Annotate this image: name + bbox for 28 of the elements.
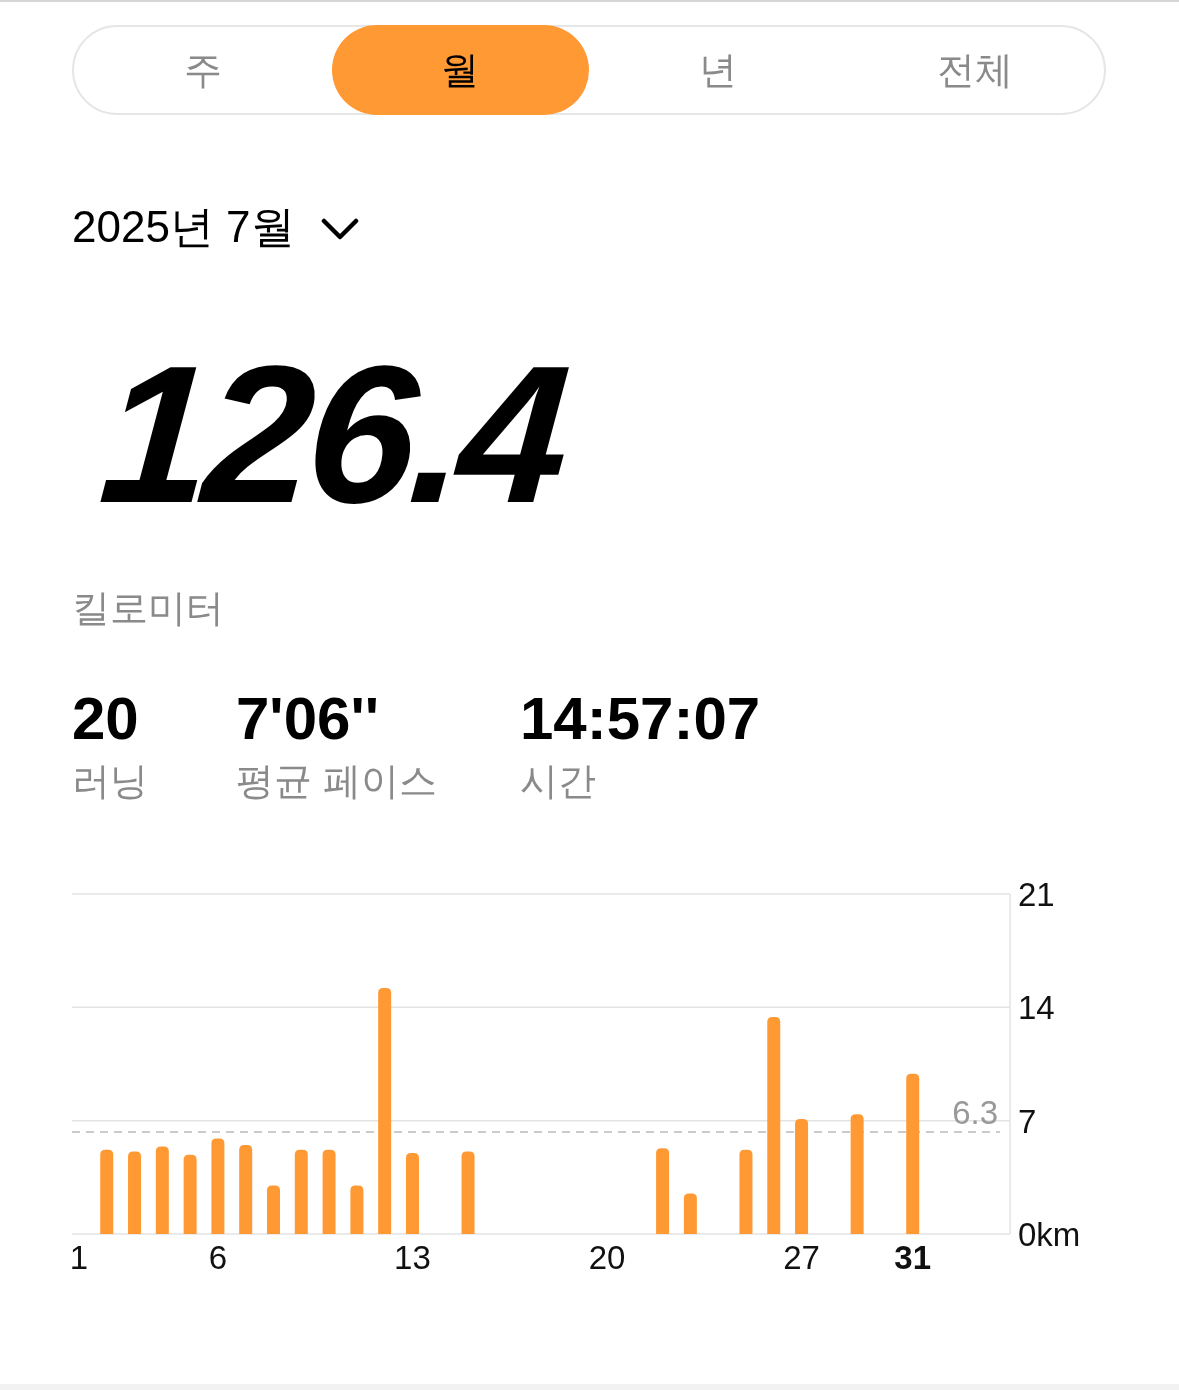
stat-label: 러닝 bbox=[72, 759, 149, 804]
period-label[interactable]: 2025년 7월 bbox=[72, 197, 295, 257]
x-axis-label: 27 bbox=[783, 1241, 820, 1274]
bar bbox=[267, 1185, 280, 1234]
x-axis-label: 13 bbox=[394, 1241, 431, 1274]
period-tab[interactable]: 년 bbox=[589, 25, 847, 115]
total-distance: 126.4 bbox=[95, 337, 570, 533]
average-label: 6.3 bbox=[952, 1094, 998, 1131]
y-axis-label: 0km bbox=[1018, 1216, 1081, 1253]
x-axis-label: 1 bbox=[69, 1241, 89, 1274]
chevron-down-icon[interactable] bbox=[320, 217, 359, 241]
x-axis-label: 6 bbox=[208, 1241, 228, 1274]
y-axis-label: 7 bbox=[1018, 1102, 1037, 1140]
unit-label: 킬로미터 bbox=[72, 586, 225, 631]
period-tab[interactable]: 월 bbox=[331, 25, 589, 115]
stat-label: 시간 bbox=[520, 759, 597, 804]
period-tab[interactable]: 전체 bbox=[846, 25, 1104, 115]
bar bbox=[350, 1185, 364, 1234]
stat-value: 14:57:07 bbox=[520, 686, 761, 752]
x-axis-label: 31 bbox=[894, 1241, 932, 1274]
y-axis-label: 21 bbox=[1018, 876, 1055, 913]
y-axis-label: 14 bbox=[1018, 989, 1055, 1027]
stat-label: 평균 페이스 bbox=[236, 759, 438, 804]
stat-value: 20 bbox=[72, 686, 140, 752]
bar bbox=[683, 1193, 697, 1234]
period-tab[interactable]: 주 bbox=[74, 25, 332, 115]
x-axis-label: 20 bbox=[588, 1241, 626, 1274]
stat-value: 7'06'' bbox=[236, 686, 380, 752]
